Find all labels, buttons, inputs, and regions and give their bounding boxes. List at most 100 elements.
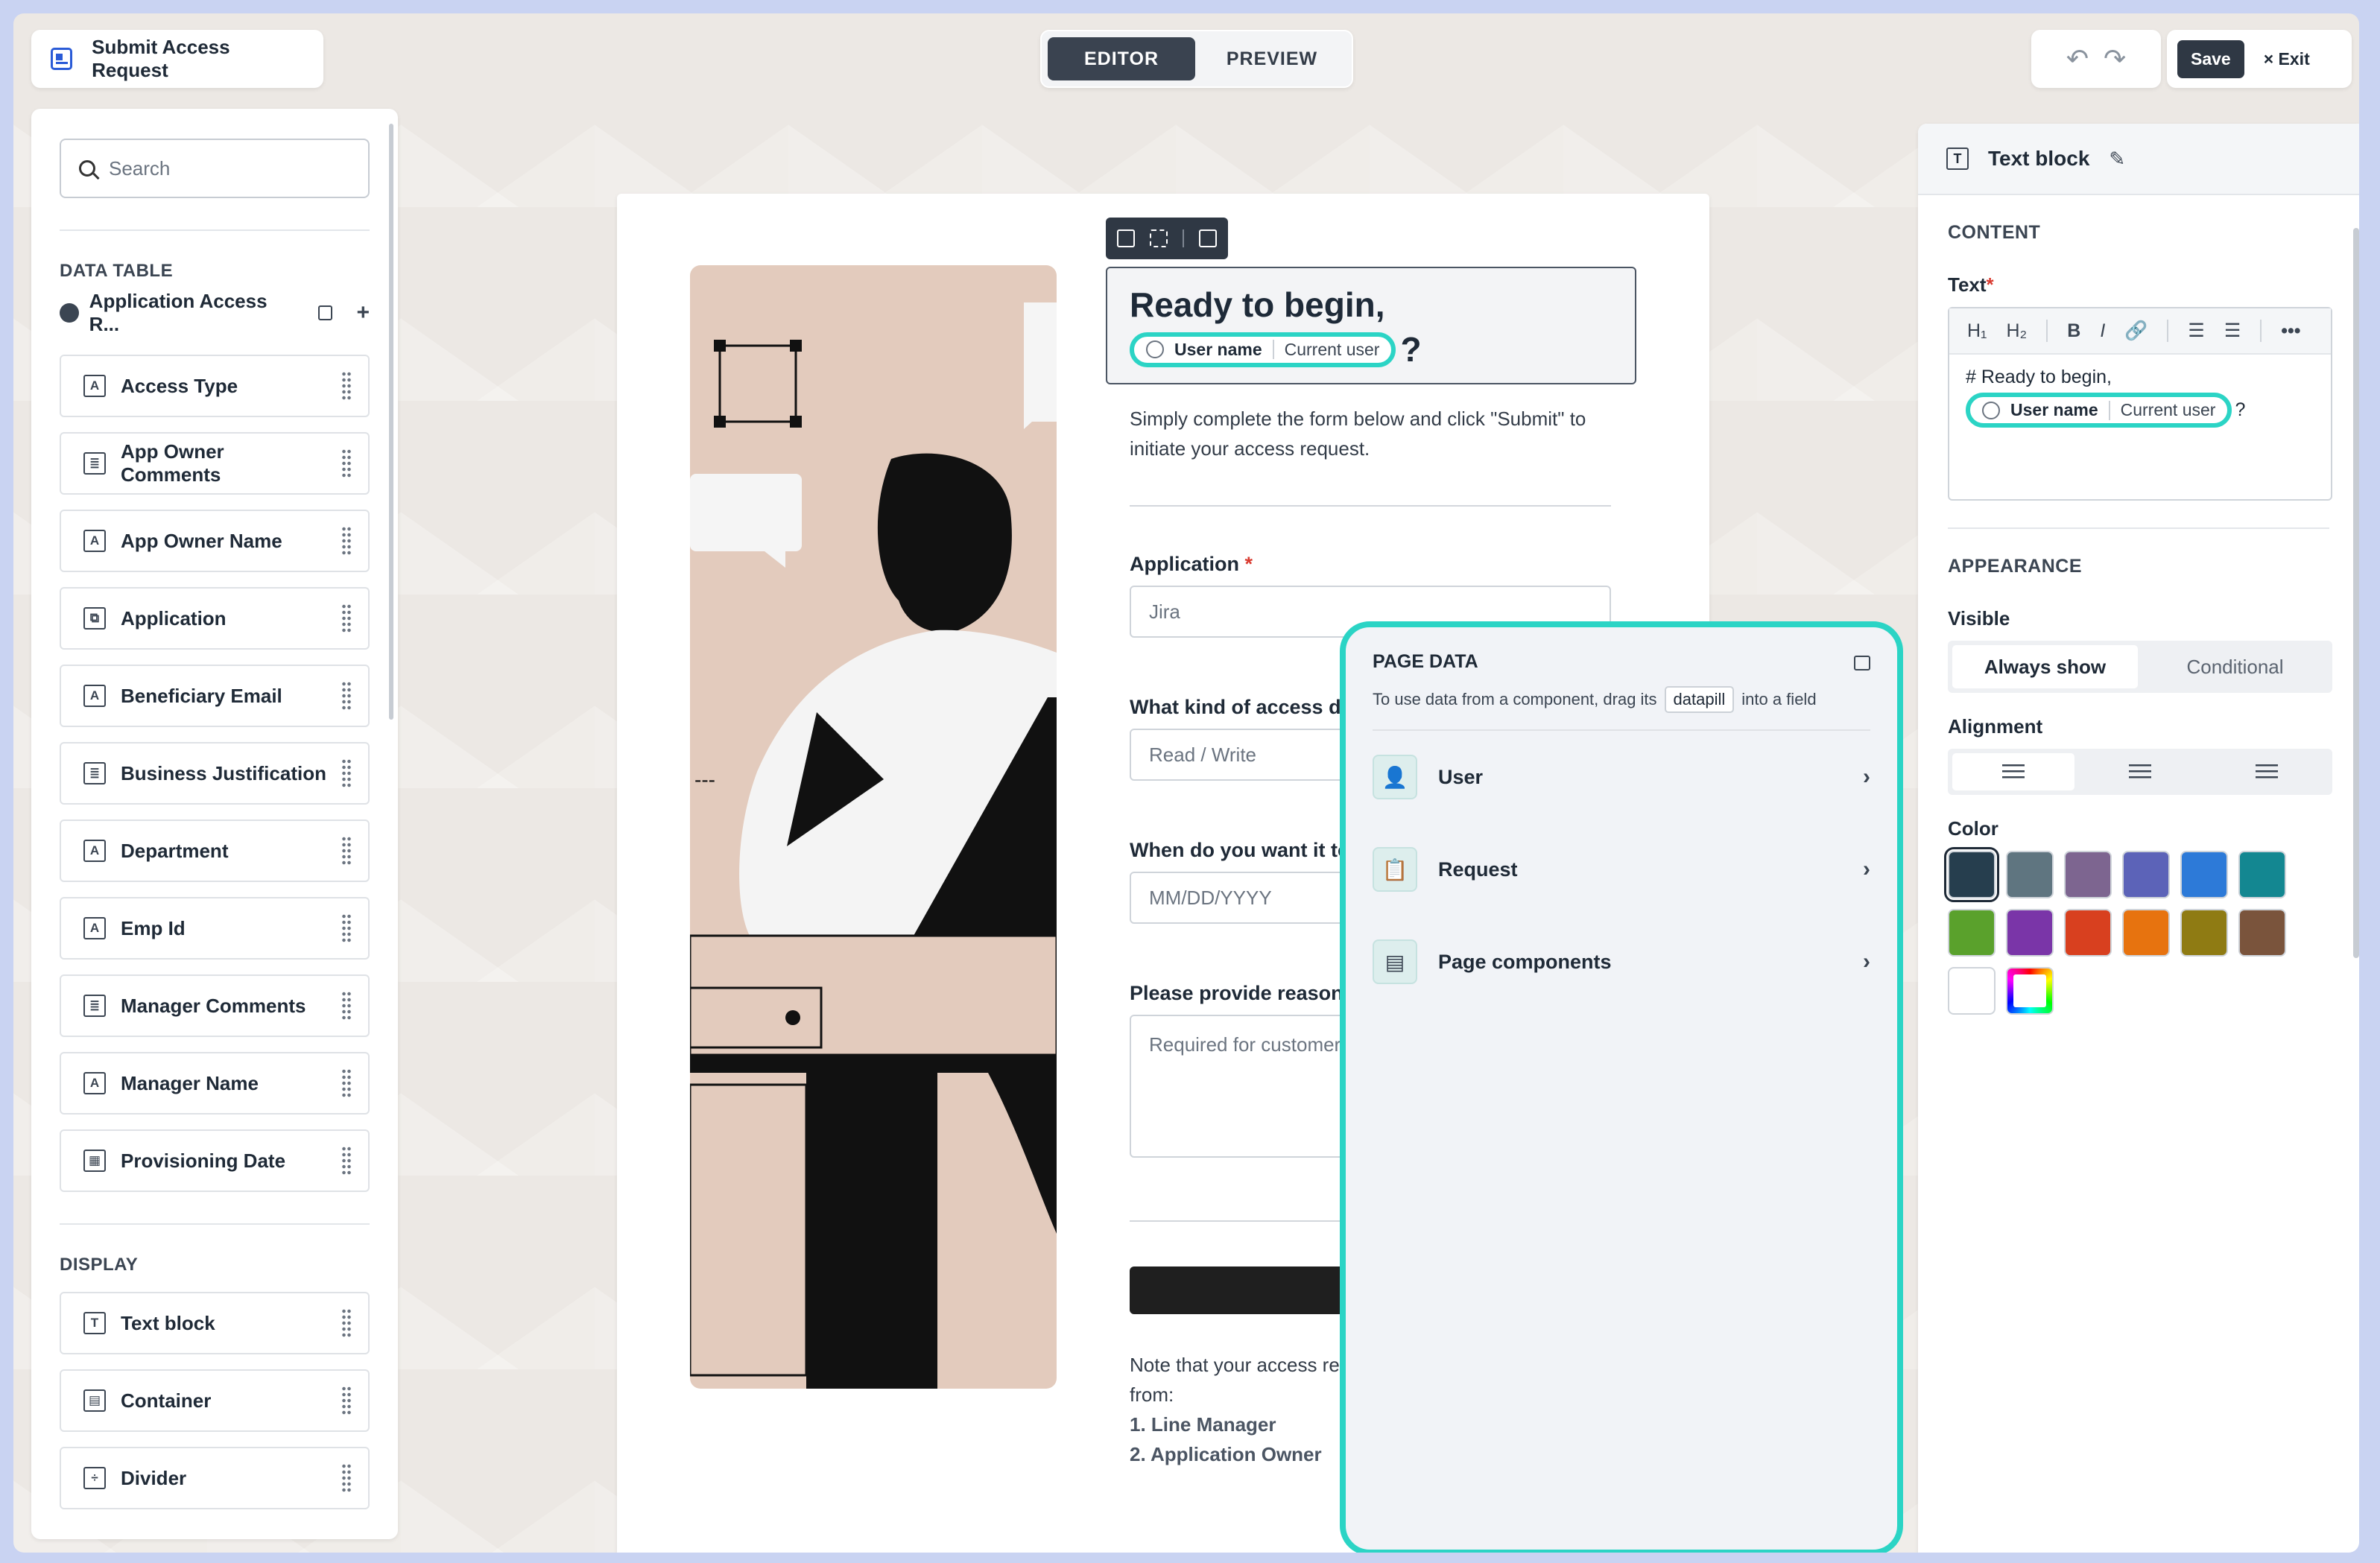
field-item[interactable]: ≣ Manager Comments (60, 974, 370, 1037)
undo-icon[interactable]: ↶ (2066, 43, 2089, 74)
color-swatch[interactable] (2064, 909, 2112, 957)
color-swatch[interactable] (2006, 909, 2054, 957)
italic-icon[interactable]: I (2100, 320, 2105, 342)
visibility-toggle: Always show Conditional (1948, 641, 2332, 693)
svg-text:---: --- (694, 768, 715, 791)
duplicate-icon[interactable] (1117, 229, 1135, 247)
color-swatch[interactable] (2122, 851, 2170, 898)
rte-content[interactable]: # Ready to begin, User name Current user… (1949, 355, 2331, 440)
bullet-list-icon[interactable]: ☰ (2224, 320, 2241, 342)
redo-icon[interactable]: ↷ (2104, 43, 2126, 74)
add-icon[interactable]: + (356, 300, 370, 326)
save-button[interactable]: Save (2177, 39, 2244, 78)
open-external-icon[interactable] (317, 305, 333, 320)
display-item-container[interactable]: ▤ Container (60, 1369, 370, 1432)
field-item[interactable]: ⧉ Application (60, 587, 370, 650)
drag-handle-icon[interactable] (341, 603, 352, 633)
drag-handle-icon[interactable] (341, 526, 352, 556)
color-swatch[interactable] (2238, 909, 2286, 957)
sidebar-scrollbar[interactable] (389, 124, 393, 720)
field-item[interactable]: ▦ Provisioning Date (60, 1129, 370, 1192)
color-swatch[interactable] (2006, 851, 2054, 898)
color-swatch[interactable] (2122, 909, 2170, 957)
drag-handle-icon[interactable] (341, 1146, 352, 1176)
heading2-icon[interactable]: H₂ (2007, 320, 2028, 342)
drag-handle-icon[interactable] (341, 1463, 352, 1493)
editor-tab[interactable]: EDITOR (1048, 37, 1195, 80)
ordered-list-icon[interactable]: ☰ (2188, 320, 2204, 342)
field-label: Manager Name (121, 1071, 259, 1094)
page-data-label: User (1438, 765, 1484, 788)
custom-color-swatch[interactable] (2006, 967, 2054, 1015)
content-heading: CONTENT (1948, 222, 2041, 243)
display-item-divider[interactable]: ÷ Divider (60, 1447, 370, 1509)
field-item[interactable]: A App Owner Name (60, 510, 370, 572)
bold-icon[interactable]: B (2067, 320, 2080, 342)
color-swatch[interactable] (1944, 847, 1999, 902)
rte-text: # Ready to begin, (1966, 367, 2112, 387)
drag-handle-icon[interactable] (341, 913, 352, 943)
subtitle-text: into a field (1741, 690, 1817, 708)
color-swatch[interactable] (1948, 909, 1996, 957)
edit-pencil-icon[interactable]: ✎ (2109, 148, 2125, 171)
always-show-option[interactable]: Always show (1952, 645, 2138, 688)
color-swatch[interactable] (2180, 909, 2228, 957)
color-swatch[interactable] (1948, 967, 1996, 1015)
drag-handle-icon[interactable] (341, 1308, 352, 1338)
field-label: Emp Id (121, 916, 186, 939)
field-item[interactable]: A Beneficiary Email (60, 665, 370, 727)
collapse-panel-icon[interactable] (1854, 656, 1870, 670)
sidebar-divider (60, 229, 370, 231)
drag-handle-icon[interactable] (341, 758, 352, 788)
field-label: Application (121, 606, 227, 630)
display-item-text-block[interactable]: T Text block (60, 1292, 370, 1354)
drag-handle-icon[interactable] (341, 681, 352, 711)
page-data-item-request[interactable]: 📋 Request › (1373, 823, 1870, 916)
page-data-item-page-components[interactable]: ▤ Page components › (1373, 916, 1870, 1008)
align-right-option[interactable] (2206, 753, 2328, 790)
select-parent-icon[interactable] (1150, 229, 1168, 247)
pill-name: User name (1174, 339, 1262, 359)
field-item[interactable]: ≣ Business Justification (60, 742, 370, 805)
user-name-datapill[interactable]: User name Current user (1966, 393, 2232, 428)
divider-icon: ÷ (83, 1467, 106, 1489)
reason-label: Please provide reason fo (1130, 982, 1368, 1004)
heading1-icon[interactable]: H₁ (1967, 320, 1987, 342)
drag-handle-icon[interactable] (341, 836, 352, 866)
drag-handle-icon[interactable] (341, 1386, 352, 1415)
color-swatch[interactable] (2180, 851, 2228, 898)
drag-handle-icon[interactable] (341, 991, 352, 1021)
field-label: Manager Comments (121, 994, 306, 1017)
drag-handle-icon[interactable] (341, 448, 352, 478)
field-item[interactable]: ≣ App Owner Comments (60, 432, 370, 495)
user-name-datapill[interactable]: User name Current user (1130, 332, 1396, 367)
selected-text-block[interactable]: Ready to begin, User name Current user ? (1106, 267, 1636, 384)
page-data-title: PAGE DATA (1373, 651, 1478, 672)
link-icon[interactable]: 🔗 (2124, 320, 2148, 342)
user-icon: 👤 (1373, 755, 1417, 799)
field-item[interactable]: A Emp Id (60, 897, 370, 960)
align-center-option[interactable] (2079, 753, 2201, 790)
align-right-icon (2256, 764, 2278, 779)
field-item[interactable]: A Access Type (60, 355, 370, 417)
delete-icon[interactable] (1199, 229, 1217, 247)
rich-text-editor[interactable]: H₁ H₂ B I 🔗 ☰ ☰ ••• # Ready to begin, Us… (1948, 307, 2332, 501)
search-input[interactable]: Search (60, 139, 370, 198)
exit-button[interactable]: × Exit (2256, 49, 2317, 69)
field-item[interactable]: A Department (60, 819, 370, 882)
request-icon: 📋 (1373, 847, 1417, 892)
color-swatch[interactable] (2064, 851, 2112, 898)
app-icon (51, 48, 73, 70)
field-item[interactable]: A Manager Name (60, 1052, 370, 1115)
properties-scrollbar[interactable] (2353, 228, 2359, 958)
align-left-option[interactable] (1952, 753, 2074, 790)
preview-tab[interactable]: PREVIEW (1198, 37, 1346, 80)
application-label: Application * (1130, 553, 1253, 576)
color-swatch[interactable] (2238, 851, 2286, 898)
data-source-name[interactable]: Application Access R... (89, 290, 300, 336)
drag-handle-icon[interactable] (341, 371, 352, 401)
drag-handle-icon[interactable] (341, 1068, 352, 1098)
more-icon[interactable]: ••• (2281, 320, 2300, 342)
page-data-item-user[interactable]: 👤 User › (1373, 731, 1870, 823)
conditional-option[interactable]: Conditional (2142, 645, 2328, 688)
